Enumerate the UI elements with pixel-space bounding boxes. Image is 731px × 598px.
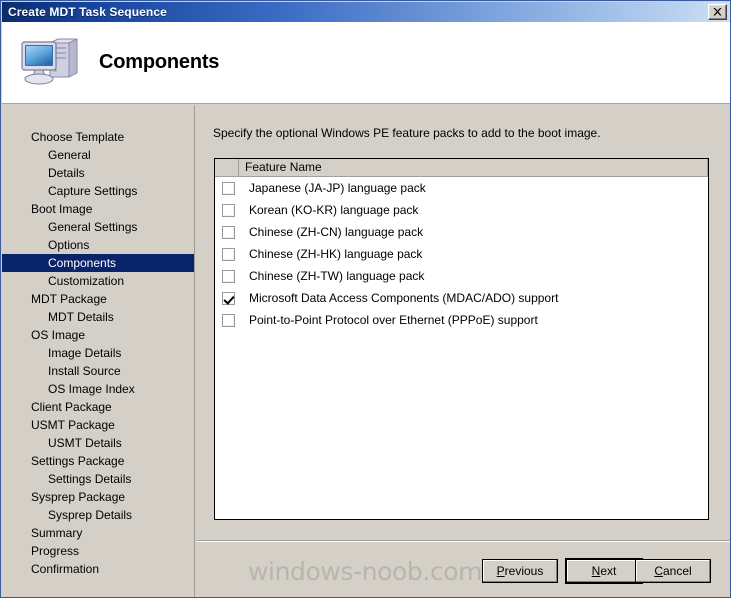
content-pane: Specify the optional Windows PE feature … <box>196 105 730 597</box>
sidebar-item-label: Options <box>48 238 90 252</box>
sidebar-item-components[interactable]: Components <box>2 254 194 272</box>
feature-list-header: Feature Name <box>215 159 708 177</box>
checkbox-checked-icon[interactable] <box>222 291 235 305</box>
close-glyph <box>713 8 722 16</box>
sidebar-item-usmt-details[interactable]: USMT Details <box>2 434 194 452</box>
sidebar-item-progress[interactable]: Progress <box>2 542 194 560</box>
checkbox-unchecked-icon[interactable] <box>222 247 235 261</box>
sidebar-item-label: Capture Settings <box>48 184 138 198</box>
instruction-text: Specify the optional Windows PE feature … <box>213 126 601 140</box>
feature-row[interactable]: Chinese (ZH-TW) language pack <box>215 265 708 287</box>
close-icon[interactable] <box>708 4 727 20</box>
cancel-button[interactable]: Cancel <box>635 559 711 583</box>
sidebar-item-choose-template[interactable]: Choose Template <box>2 128 194 146</box>
sidebar-item-capture-settings[interactable]: Capture Settings <box>2 182 194 200</box>
sidebar-item-confirmation[interactable]: Confirmation <box>2 560 194 578</box>
sidebar-item-label: Choose Template <box>31 130 125 144</box>
footer-separator <box>197 540 730 542</box>
computer-icon <box>17 35 79 91</box>
sidebar-item-details[interactable]: Details <box>2 164 194 182</box>
column-header-checkbox[interactable] <box>215 159 239 176</box>
feature-name-label: Microsoft Data Access Components (MDAC/A… <box>249 291 559 305</box>
sidebar-item-os-image[interactable]: OS Image <box>2 326 194 344</box>
feature-row[interactable]: Microsoft Data Access Components (MDAC/A… <box>215 287 708 309</box>
feature-row[interactable]: Chinese (ZH-HK) language pack <box>215 243 708 265</box>
sidebar-item-label: Summary <box>31 526 83 540</box>
checkbox-unchecked-icon[interactable] <box>222 203 235 217</box>
checkbox-unchecked-icon[interactable] <box>222 225 235 239</box>
sidebar-item-label: Settings Package <box>31 454 125 468</box>
watermark: windows-noob.com <box>248 557 483 586</box>
window-title: Create MDT Task Sequence <box>8 5 167 19</box>
sidebar-item-os-image-index[interactable]: OS Image Index <box>2 380 194 398</box>
previous-button-label: Previous <box>496 564 544 578</box>
sidebar-item-settings-details[interactable]: Settings Details <box>2 470 194 488</box>
sidebar-item-label: USMT Package <box>31 418 115 432</box>
sidebar-item-general[interactable]: General <box>2 146 194 164</box>
column-header-feature-name[interactable]: Feature Name <box>239 159 708 176</box>
sidebar-item-label: Components <box>48 256 117 270</box>
feature-name-label: Chinese (ZH-TW) language pack <box>249 269 425 283</box>
checkbox-unchecked-icon[interactable] <box>222 181 235 195</box>
sidebar-item-label: OS Image Index <box>48 382 135 396</box>
header-banner: Components <box>2 22 730 104</box>
feature-list-body: Japanese (JA-JP) language pack Korean (KO… <box>215 177 708 331</box>
sidebar-item-label: Image Details <box>48 346 122 360</box>
wizard-step-list: Choose Template General Details Capture Set… <box>2 105 195 597</box>
sidebar-item-label: Boot Image <box>31 202 93 216</box>
page-title: Components <box>99 51 220 73</box>
sidebar-item-label: Client Package <box>31 400 112 414</box>
sidebar-item-summary[interactable]: Summary <box>2 524 194 542</box>
feature-list[interactable]: Feature Name Japanese (JA-JP) language p… <box>214 158 709 520</box>
sidebar-item-label: Customization <box>48 274 125 288</box>
sidebar-item-label: USMT Details <box>48 436 122 450</box>
sidebar-item-label: Progress <box>31 544 80 558</box>
sidebar-item-label: Sysprep Package <box>31 490 126 504</box>
checkbox-unchecked-icon[interactable] <box>222 269 235 283</box>
create-mdt-task-sequence-dialog: Create MDT Task Sequence Components Choo… <box>0 0 731 598</box>
sidebar-item-install-source[interactable]: Install Source <box>2 362 194 380</box>
sidebar-item-label: Details <box>48 166 85 180</box>
sidebar-item-client-package[interactable]: Client Package <box>2 398 194 416</box>
previous-button[interactable]: Previous <box>482 559 558 583</box>
sidebar-item-label: Sysprep Details <box>48 508 133 522</box>
sidebar-item-label: General <box>48 148 91 162</box>
sidebar-item-usmt-package[interactable]: USMT Package <box>2 416 194 434</box>
sidebar-item-mdt-package[interactable]: MDT Package <box>2 290 194 308</box>
sidebar-item-sysprep-package[interactable]: Sysprep Package <box>2 488 194 506</box>
sidebar-item-boot-image[interactable]: Boot Image <box>2 200 194 218</box>
sidebar-item-sysprep-details[interactable]: Sysprep Details <box>2 506 194 524</box>
sidebar-item-label: MDT Details <box>48 310 114 324</box>
sidebar-item-label: General Settings <box>48 220 138 234</box>
cancel-button-label: Cancel <box>654 564 692 578</box>
feature-name-label: Chinese (ZH-HK) language pack <box>249 247 423 261</box>
checkbox-unchecked-icon[interactable] <box>222 313 235 327</box>
sidebar-item-options[interactable]: Options <box>2 236 194 254</box>
feature-row[interactable]: Chinese (ZH-CN) language pack <box>215 221 708 243</box>
sidebar-item-label: Settings Details <box>48 472 132 486</box>
feature-row[interactable]: Korean (KO-KR) language pack <box>215 199 708 221</box>
sidebar-item-customization[interactable]: Customization <box>2 272 194 290</box>
feature-row[interactable]: Point-to-Point Protocol over Ethernet (P… <box>215 309 708 331</box>
feature-name-label: Chinese (ZH-CN) language pack <box>249 225 424 239</box>
sidebar-item-mdt-details[interactable]: MDT Details <box>2 308 194 326</box>
next-button-label: Next <box>591 564 617 578</box>
titlebar: Create MDT Task Sequence <box>2 2 730 22</box>
sidebar-item-label: OS Image <box>31 328 86 342</box>
sidebar-item-label: Confirmation <box>31 562 100 576</box>
feature-name-label: Korean (KO-KR) language pack <box>249 203 419 217</box>
sidebar-item-settings-package[interactable]: Settings Package <box>2 452 194 470</box>
feature-row[interactable]: Japanese (JA-JP) language pack <box>215 177 708 199</box>
sidebar-item-image-details[interactable]: Image Details <box>2 344 194 362</box>
sidebar-item-label: MDT Package <box>31 292 107 306</box>
sidebar-item-label: Install Source <box>48 364 121 378</box>
next-button[interactable]: Next <box>566 559 642 583</box>
feature-name-label: Point-to-Point Protocol over Ethernet (P… <box>249 313 538 327</box>
sidebar-item-general-settings[interactable]: General Settings <box>2 218 194 236</box>
feature-name-label: Japanese (JA-JP) language pack <box>249 181 426 195</box>
